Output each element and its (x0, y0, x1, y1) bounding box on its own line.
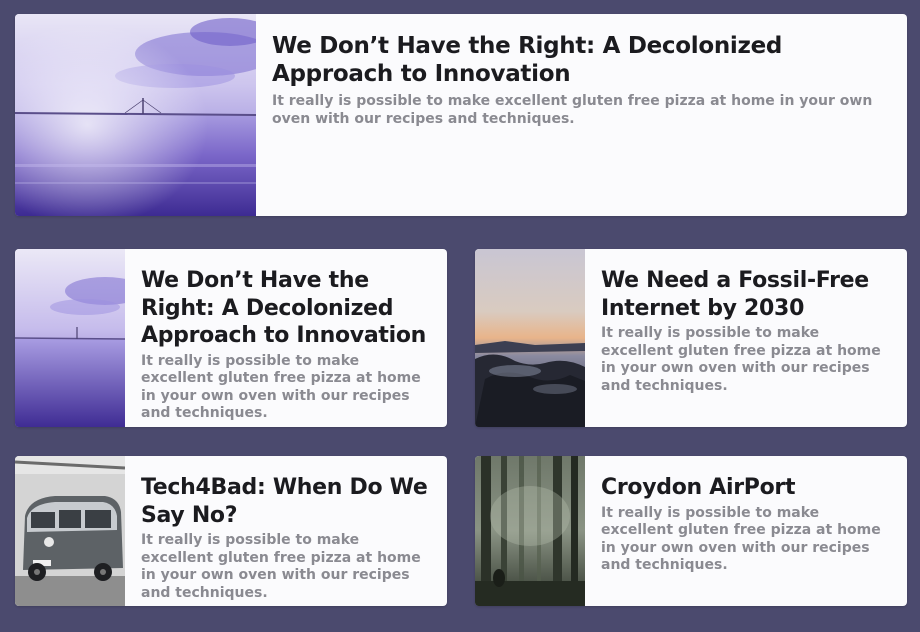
article-card-description: It really is possible to make excellent … (601, 504, 881, 574)
article-card-description: It really is possible to make excellent … (141, 532, 421, 601)
article-card-body: We Need a Fossil-Free Internet by 2030 I… (585, 249, 907, 427)
vintage-van-image (15, 456, 125, 606)
featured-article-card[interactable]: We Don’t Have the Right: A Decolonized A… (15, 14, 907, 216)
article-card-description: It really is possible to make excellent … (141, 352, 421, 422)
article-card-body: Croydon AirPort It really is possible to… (585, 456, 907, 606)
article-card-title[interactable]: We Don’t Have the Right: A Decolonized A… (141, 267, 431, 350)
article-card[interactable]: We Don’t Have the Right: A Decolonized A… (15, 249, 447, 427)
article-card[interactable]: Tech4Bad: When Do We Say No? It really i… (15, 456, 447, 606)
sea-bridge-purple-image (15, 249, 125, 427)
article-card[interactable]: Croydon AirPort It really is possible to… (475, 456, 907, 606)
featured-card-description: It really is possible to make excellent … (272, 93, 873, 127)
misty-forest-image (475, 456, 585, 606)
article-card-title[interactable]: Croydon AirPort (601, 474, 891, 502)
article-card-body: Tech4Bad: When Do We Say No? It really i… (125, 456, 447, 606)
featured-card-body: We Don’t Have the Right: A Decolonized A… (256, 14, 907, 216)
sea-bridge-purple-image (15, 14, 256, 216)
article-card-body: We Don’t Have the Right: A Decolonized A… (125, 249, 447, 427)
featured-card-title[interactable]: We Don’t Have the Right: A Decolonized A… (272, 32, 889, 88)
article-card-title[interactable]: Tech4Bad: When Do We Say No? (141, 474, 431, 529)
rocky-coast-sunset-image (475, 249, 585, 427)
article-card-title[interactable]: We Need a Fossil-Free Internet by 2030 (601, 267, 891, 322)
article-card[interactable]: We Need a Fossil-Free Internet by 2030 I… (475, 249, 907, 427)
article-card-description: It really is possible to make excellent … (601, 325, 881, 394)
